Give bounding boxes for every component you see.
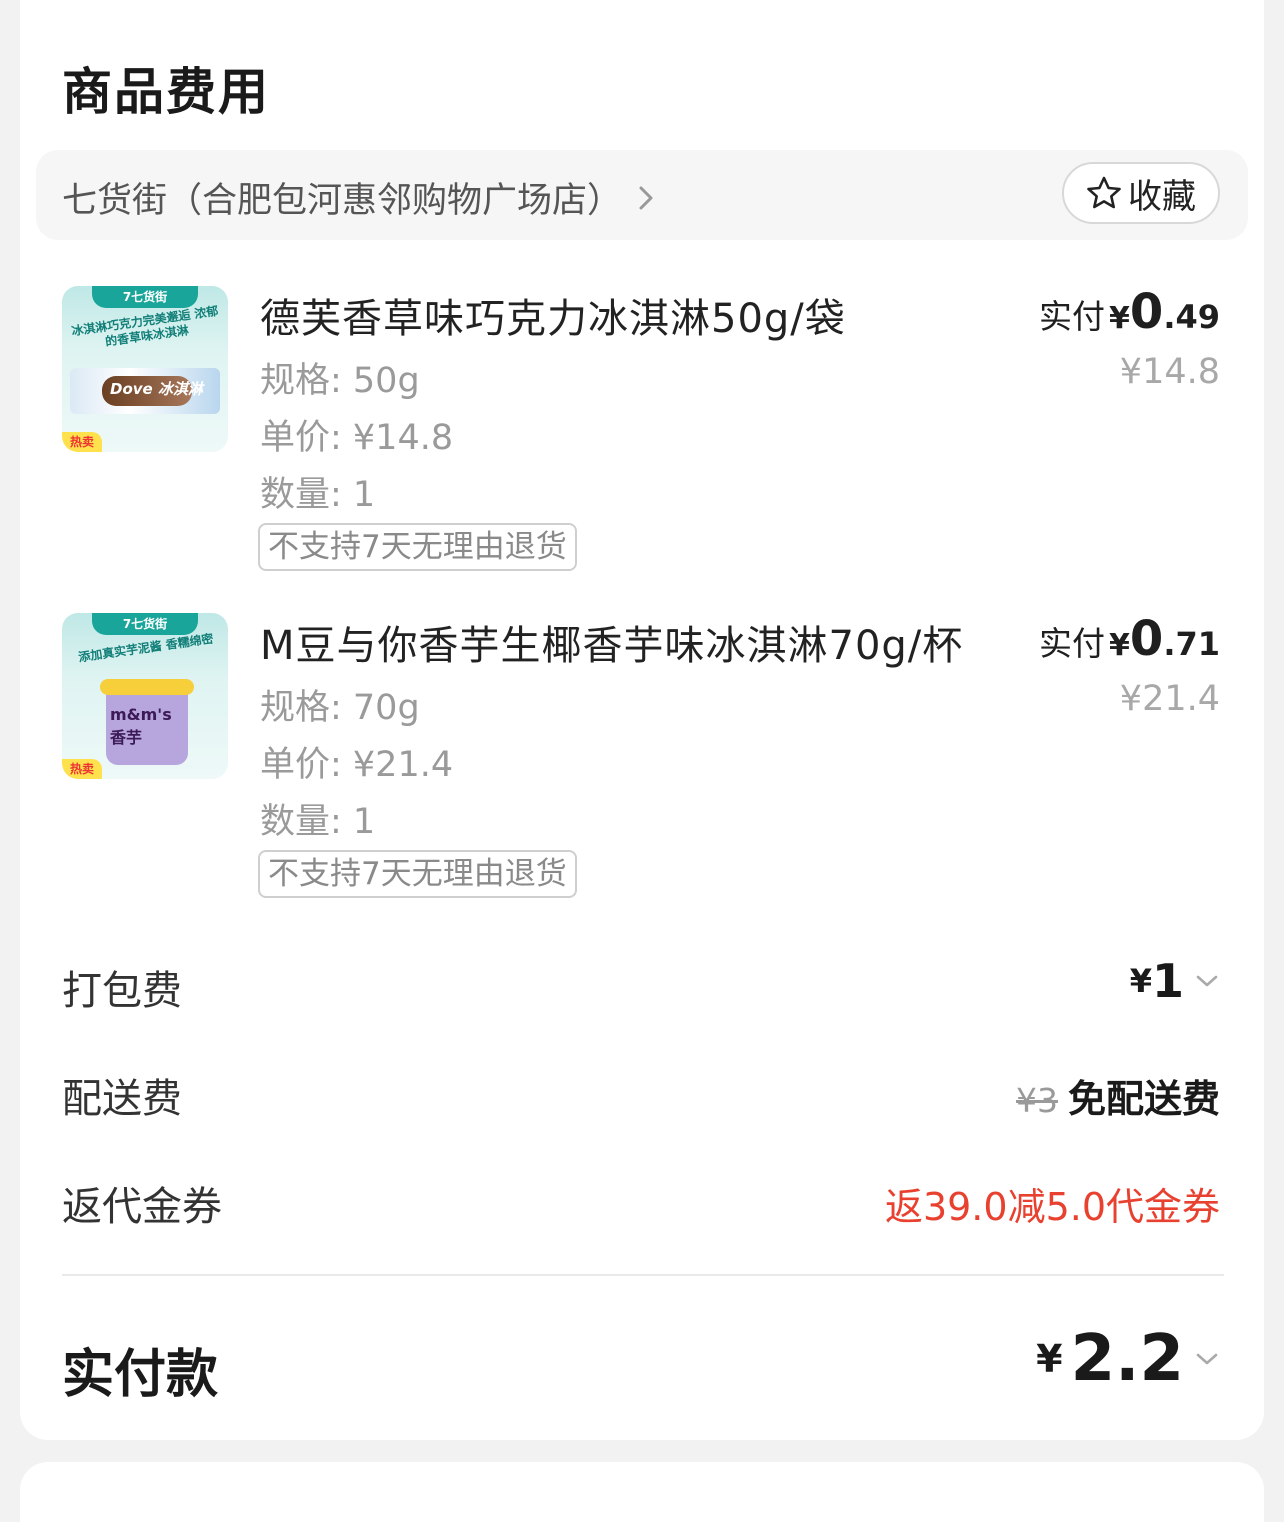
packing-fee-label: 打包费 xyxy=(62,968,182,1014)
no-return-tag: 不支持7天无理由退货 xyxy=(258,523,577,571)
thumb-slogan: 冰淇淋巧克力完美邂逅 浓郁的香草味冰淇淋 xyxy=(70,303,220,349)
thumb-slogan: 添加真实芋泥酱 香糯绵密 xyxy=(77,631,215,665)
thumb-product: m&m's 香芋 xyxy=(110,705,172,747)
fee-card: 商品费用 七货街（合肥包河惠邻购物广场店） 收藏 7七货街 冰淇淋巧克力完美邂逅… xyxy=(20,0,1264,1440)
packing-amount: 1 xyxy=(1151,954,1184,1008)
packing-fee-value[interactable]: ¥ 1 xyxy=(1130,954,1220,1008)
original-price: ¥21.4 xyxy=(1119,679,1220,719)
packing-currency: ¥ xyxy=(1129,962,1152,1000)
total-label: 实付款 xyxy=(62,1345,219,1405)
paid-decimal: .49 xyxy=(1163,298,1220,336)
product-quantity: 数量: 1 xyxy=(260,802,376,842)
paid-integer: 0 xyxy=(1129,284,1164,340)
delivery-fee-value: ¥3 免配送费 xyxy=(1016,1068,1220,1123)
paid-currency: ¥ xyxy=(1109,628,1130,663)
product-name: M豆与你香芋生椰香芋味冰淇淋70g/杯 xyxy=(260,623,964,669)
voucher-label: 返代金券 xyxy=(62,1184,222,1230)
product-quantity: 数量: 1 xyxy=(260,475,376,515)
no-return-tag: 不支持7天无理由退货 xyxy=(258,850,577,898)
mm-cup-image: m&m's 香芋 xyxy=(100,679,194,765)
paid-label: 实付 xyxy=(1039,624,1106,663)
paid-integer: 0 xyxy=(1129,611,1164,667)
delivery-original-price: ¥3 xyxy=(1015,1081,1058,1120)
hot-badge: 热卖 xyxy=(62,759,102,779)
store-link[interactable]: 七货街（合肥包河惠邻购物广场店） xyxy=(62,172,656,223)
favorite-button[interactable]: 收藏 xyxy=(1062,162,1220,224)
star-icon xyxy=(1087,176,1121,209)
delivery-fee-label: 配送费 xyxy=(62,1076,182,1122)
paid-price: 实付 ¥ 0 .49 xyxy=(1039,284,1220,340)
paid-decimal: .71 xyxy=(1163,625,1220,663)
store-bar: 七货街（合肥包河惠邻购物广场店） 收藏 xyxy=(36,150,1248,240)
store-name: 七货街（合肥包河惠邻购物广场店） xyxy=(62,181,623,221)
thumb-product: Dove 冰淇淋 xyxy=(110,380,203,398)
voucher-value: 返39.0减5.0代金券 xyxy=(884,1185,1220,1229)
thumb-brand: 7七货街 xyxy=(92,286,198,308)
product-spec: 规格: 50g xyxy=(260,361,420,401)
dove-pack-image: Dove 冰淇淋 xyxy=(70,368,220,414)
product-name: 德芙香草味巧克力冰淇淋50g/袋 xyxy=(260,296,846,342)
chevron-down-icon xyxy=(1196,1353,1218,1365)
original-price: ¥14.8 xyxy=(1119,352,1220,392)
product-spec: 规格: 70g xyxy=(260,688,420,728)
section-title: 商品费用 xyxy=(62,63,270,121)
favorite-label: 收藏 xyxy=(1128,176,1196,217)
product-thumbnail[interactable]: 7七货街 冰淇淋巧克力完美邂逅 浓郁的香草味冰淇淋 Dove 冰淇淋 热卖 xyxy=(62,286,228,452)
total-amount[interactable]: ¥ 2.2 xyxy=(1036,1322,1220,1396)
total-currency: ¥ xyxy=(1036,1337,1063,1381)
total-value: 2.2 xyxy=(1070,1322,1184,1396)
free-delivery-text: 免配送费 xyxy=(1067,1077,1220,1121)
next-card xyxy=(20,1462,1264,1522)
product-unit-price: 单价: ¥21.4 xyxy=(260,745,454,785)
divider xyxy=(62,1274,1224,1276)
product-unit-price: 单价: ¥14.8 xyxy=(260,418,454,458)
thumb-brand: 7七货街 xyxy=(92,613,198,635)
chevron-right-icon xyxy=(639,186,653,209)
paid-price: 实付 ¥ 0 .71 xyxy=(1039,611,1220,667)
product-thumbnail[interactable]: 7七货街 添加真实芋泥酱 香糯绵密 m&m's 香芋 热卖 xyxy=(62,613,228,779)
hot-badge: 热卖 xyxy=(62,432,102,452)
paid-label: 实付 xyxy=(1039,297,1106,336)
paid-currency: ¥ xyxy=(1109,301,1130,336)
chevron-down-icon xyxy=(1196,975,1218,987)
